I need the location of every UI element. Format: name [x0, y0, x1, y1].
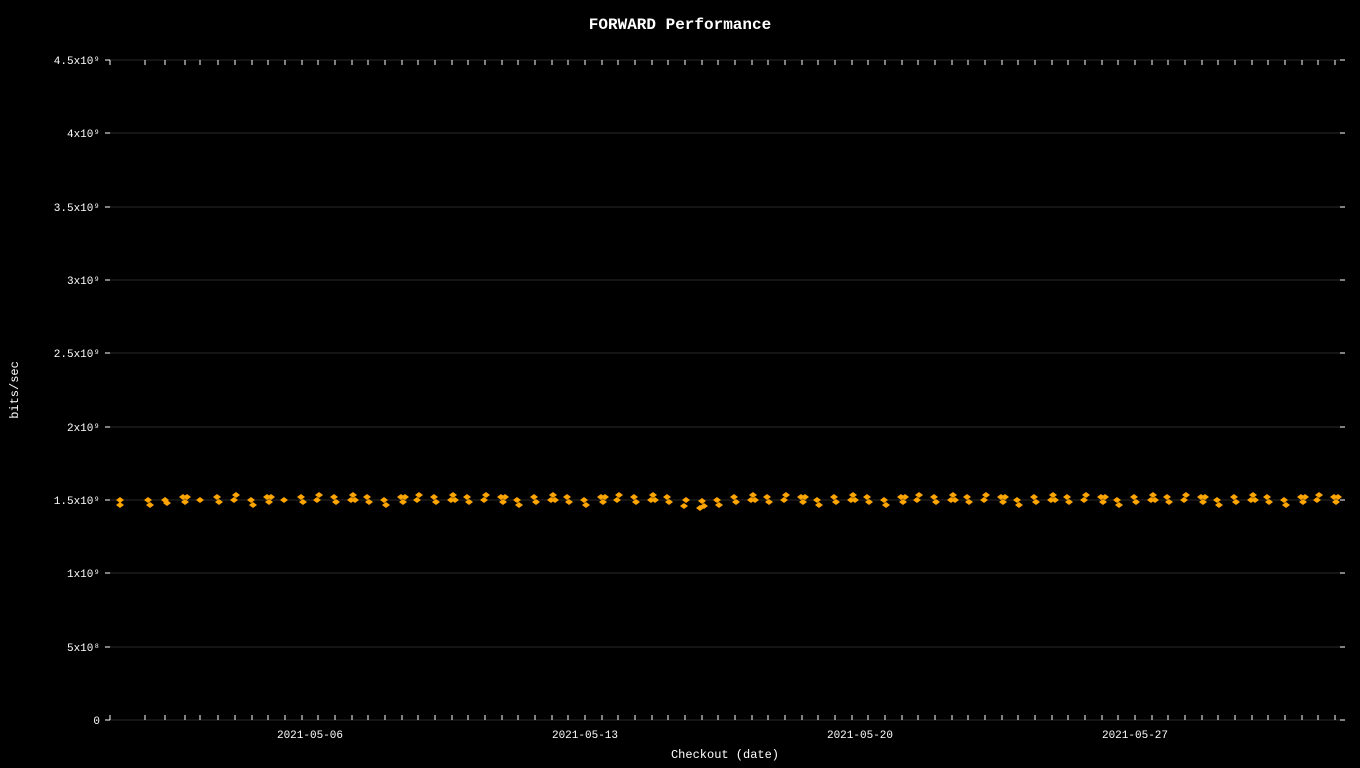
y-tick-35e8: 3.5x10⁹ — [54, 203, 100, 215]
y-tick-2e9: 2x10⁹ — [67, 423, 100, 435]
x-label-0520: 2021-05-20 — [827, 730, 893, 742]
chart-svg: bits/sec Checkout (date) 0 5x10⁸ 1x10⁹ 1… — [0, 0, 1360, 768]
y-axis-label: bits/sec — [8, 361, 22, 419]
x-label-0506: 2021-05-06 — [277, 730, 343, 742]
y-tick-0: 0 — [93, 716, 100, 728]
y-tick-1e9: 1x10⁹ — [67, 569, 100, 581]
bottom-ticks — [110, 715, 1335, 720]
y-tick-25e8: 2.5x10⁹ — [54, 349, 100, 361]
y-tick-4e9: 4x10⁹ — [67, 129, 100, 141]
y-tick-5e8: 5x10⁸ — [67, 643, 100, 655]
y-tick-45e8: 4.5x10⁹ — [54, 56, 100, 68]
y-tick-15e8: 1.5x10⁹ — [54, 496, 100, 508]
top-ticks — [110, 60, 1335, 65]
x-label-0527: 2021-05-27 — [1102, 730, 1168, 742]
chart-container: FORWARD Performance bits/sec Checkout (d… — [0, 0, 1360, 768]
y-tick-3e9: 3x10⁹ — [67, 276, 100, 288]
x-axis-label: Checkout (date) — [671, 748, 779, 762]
x-label-0513: 2021-05-13 — [552, 730, 618, 742]
data-points — [116, 492, 1342, 511]
